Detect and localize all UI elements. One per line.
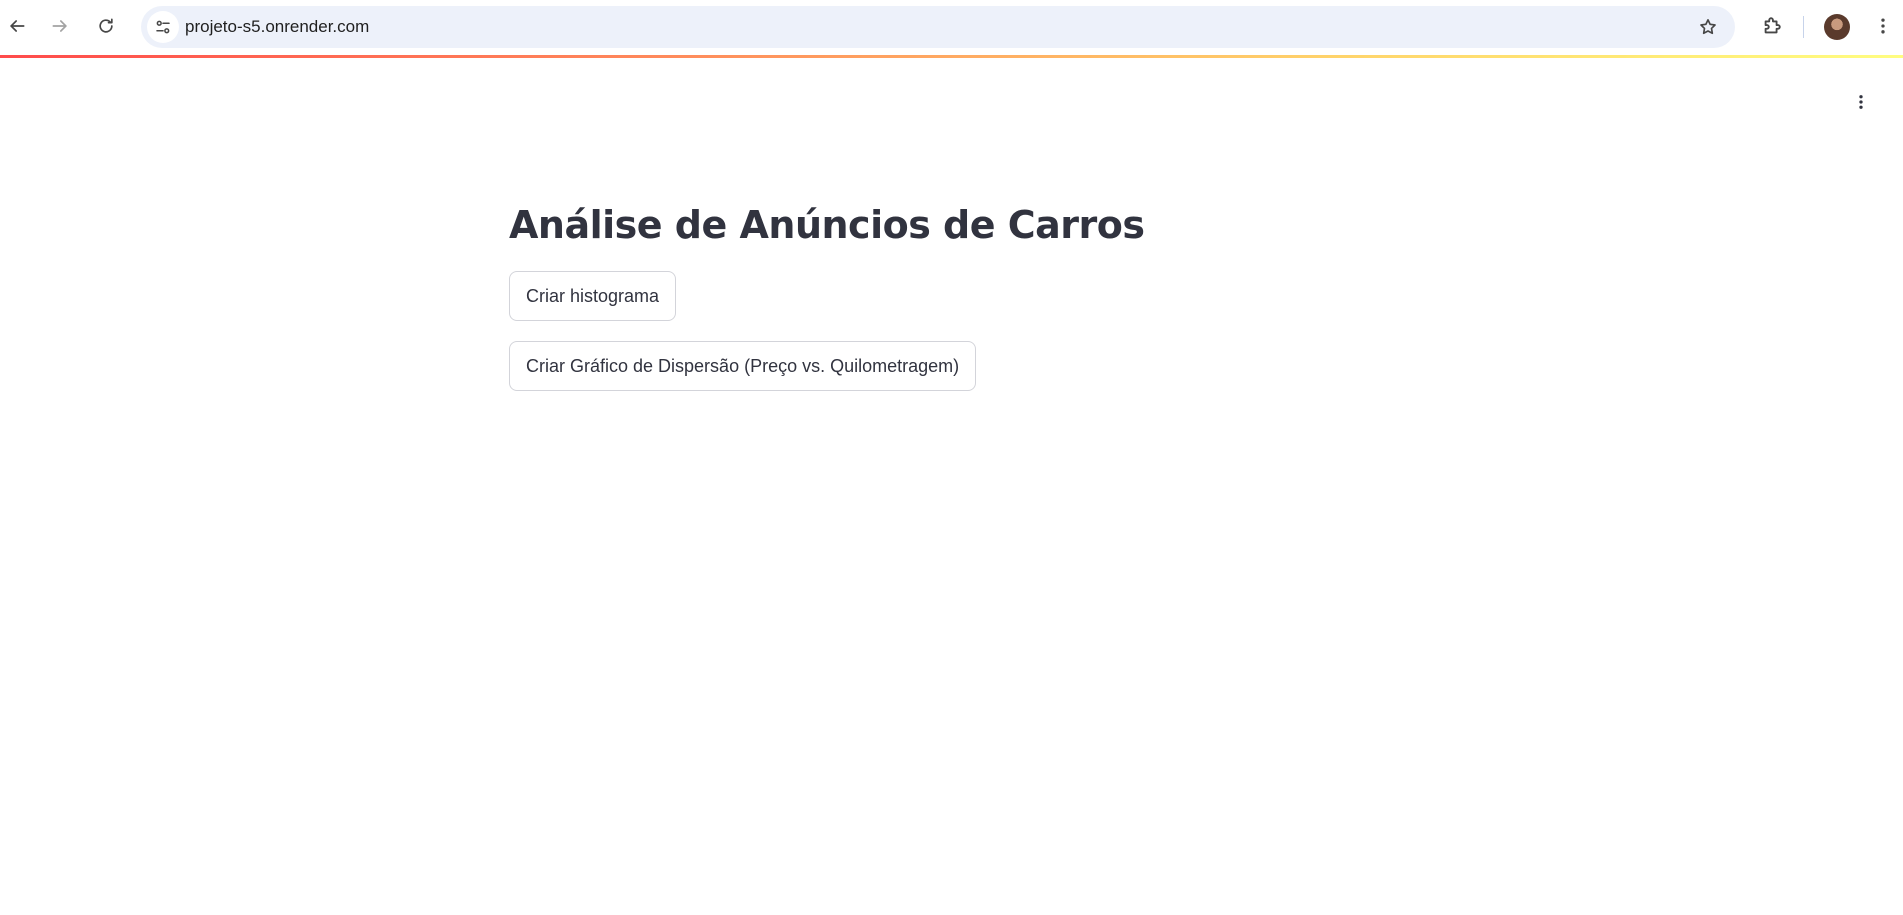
main-content: Análise de Anúncios de Carros Criar hist… <box>509 190 1409 391</box>
create-scatter-plot-button[interactable]: Criar Gráfico de Dispersão (Preço vs. Qu… <box>509 341 977 391</box>
browser-toolbar: projeto-s5.onrender.com <box>0 0 1903 54</box>
reload-icon <box>99 18 113 33</box>
address-bar[interactable]: projeto-s5.onrender.com <box>141 6 1735 48</box>
extensions-button[interactable] <box>1755 9 1789 43</box>
create-histogram-button[interactable]: Criar histograma <box>509 271 677 321</box>
profile-avatar[interactable] <box>1824 14 1850 40</box>
scatter-button-container: Criar Gráfico de Dispersão (Preço vs. Qu… <box>509 341 977 391</box>
app-main-menu-button[interactable] <box>1847 88 1875 116</box>
app-decoration-bar <box>0 55 1903 58</box>
bookmark-button[interactable] <box>1695 14 1721 40</box>
puzzle-icon <box>1764 17 1781 34</box>
kebab-menu-icon <box>1859 95 1863 109</box>
forward-button[interactable] <box>43 9 77 43</box>
browser-menu-button[interactable] <box>1866 9 1900 43</box>
reload-button[interactable] <box>89 9 123 43</box>
back-button[interactable] <box>0 9 34 43</box>
histogram-button-container: Criar histograma <box>509 271 677 321</box>
url-text[interactable]: projeto-s5.onrender.com <box>185 6 369 48</box>
site-info-button[interactable] <box>147 11 179 43</box>
arrow-right-icon <box>52 20 67 32</box>
page-title: Análise de Anúncios de Carros <box>509 203 1145 247</box>
toolbar-divider <box>1803 16 1804 38</box>
kebab-menu-icon <box>1881 18 1885 34</box>
arrow-left-icon <box>10 20 25 32</box>
tune-icon <box>156 20 170 34</box>
star-icon <box>1700 19 1716 35</box>
